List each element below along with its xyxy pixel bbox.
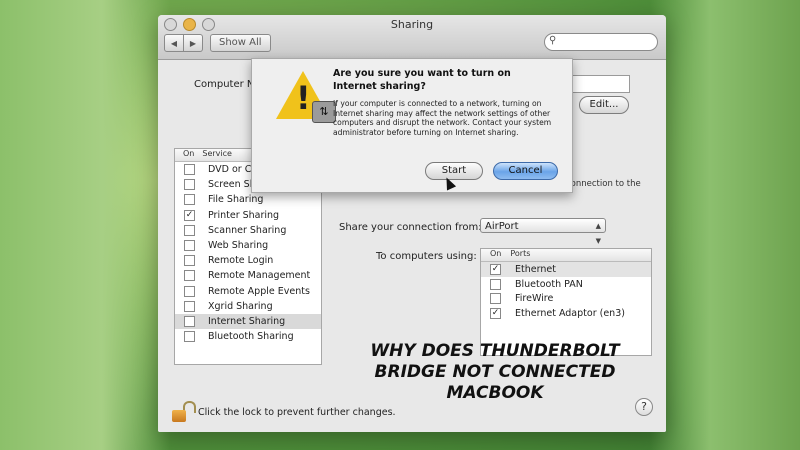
service-label: Xgrid Sharing xyxy=(208,300,273,312)
service-checkbox[interactable] xyxy=(184,194,195,206)
start-button[interactable]: Start xyxy=(425,162,483,180)
service-checkbox[interactable] xyxy=(184,240,195,252)
service-checkbox[interactable] xyxy=(184,331,195,343)
port-checkbox-checked[interactable]: ✓ xyxy=(490,263,501,275)
share-from-popup[interactable]: AirPort ▲ ▼ xyxy=(480,218,606,245)
service-row[interactable]: Remote Login xyxy=(175,253,321,268)
port-checkbox-checked[interactable]: ✓ xyxy=(490,307,501,319)
dialog-title: Are you sure you want to turn on Interne… xyxy=(333,68,511,92)
service-label: Web Sharing xyxy=(208,240,269,252)
window-title: Sharing xyxy=(390,18,434,31)
port-row[interactable]: Bluetooth PAN xyxy=(481,277,651,292)
service-row[interactable]: File Sharing xyxy=(175,192,321,207)
lock-icon[interactable] xyxy=(172,401,196,423)
share-from-value: AirPort xyxy=(485,221,519,232)
forward-button[interactable]: ▶ xyxy=(184,34,203,52)
service-checkbox[interactable] xyxy=(184,270,195,282)
service-checkbox[interactable] xyxy=(184,285,195,297)
service-label: Remote Login xyxy=(208,255,274,267)
back-arrow-icon: ◀ xyxy=(170,38,178,48)
to-computers-label: To computers using: xyxy=(376,251,477,262)
service-checkbox[interactable] xyxy=(184,315,195,327)
cancel-button[interactable]: Cancel xyxy=(493,162,558,180)
exclamation-icon: ! xyxy=(296,79,311,117)
port-label: Bluetooth PAN xyxy=(515,278,583,290)
service-label: Printer Sharing xyxy=(208,209,280,221)
service-label: Remote Management xyxy=(208,270,311,282)
service-label: File Sharing xyxy=(208,194,264,206)
service-checkbox[interactable] xyxy=(184,179,195,191)
service-label: Internet Sharing xyxy=(208,315,286,327)
port-label: Ethernet xyxy=(515,263,556,275)
dialog-body: If your computer is connected to a netwo… xyxy=(333,99,552,137)
service-row[interactable]: ✓ Printer Sharing xyxy=(175,208,321,223)
titlebar: Sharing ◀ ▶ Show All ⚲ xyxy=(158,15,666,60)
share-from-label: Share your connection from: xyxy=(339,222,482,233)
service-checkbox[interactable] xyxy=(184,164,195,176)
lock-text: Click the lock to prevent further change… xyxy=(198,406,396,418)
search-input[interactable]: ⚲ xyxy=(544,33,658,51)
lock-row: Click the lock to prevent further change… xyxy=(172,401,396,423)
service-checkbox[interactable] xyxy=(184,255,195,267)
service-checkbox-checked[interactable]: ✓ xyxy=(184,209,195,221)
service-row[interactable]: Xgrid Sharing xyxy=(175,299,321,314)
column-on[interactable]: On xyxy=(175,149,194,161)
service-row[interactable]: Scanner Sharing xyxy=(175,223,321,238)
forward-arrow-icon: ▶ xyxy=(189,38,197,48)
service-row[interactable]: Web Sharing xyxy=(175,238,321,253)
back-button[interactable]: ◀ xyxy=(164,34,184,52)
column-ports[interactable]: Ports xyxy=(501,249,530,261)
column-service[interactable]: Service xyxy=(194,149,232,161)
port-checkbox[interactable] xyxy=(490,293,501,305)
service-checkbox[interactable] xyxy=(184,224,195,236)
show-all-button[interactable]: Show All xyxy=(210,34,271,52)
service-row[interactable]: Bluetooth Sharing xyxy=(175,329,321,344)
help-button[interactable]: ? xyxy=(635,398,653,416)
background-right xyxy=(650,0,800,450)
service-row[interactable]: Remote Apple Events xyxy=(175,284,321,299)
edit-button[interactable]: Edit... xyxy=(579,96,629,114)
overlay-caption: WHY DOES THUNDERBOLT BRIDGE NOT CONNECTE… xyxy=(355,341,635,404)
nav-buttons: ◀ ▶ xyxy=(164,34,203,52)
popup-arrows-icon: ▲ ▼ xyxy=(595,222,601,245)
port-row-selected[interactable]: ✓ Ethernet xyxy=(481,262,651,277)
port-checkbox[interactable] xyxy=(490,278,501,290)
warning-icon: ! ⇅ xyxy=(276,71,336,123)
port-row[interactable]: FireWire xyxy=(481,291,651,306)
service-row-selected[interactable]: Internet Sharing xyxy=(175,313,321,330)
search-icon: ⚲ xyxy=(549,35,557,46)
port-row[interactable]: ✓ Ethernet Adaptor (en3) xyxy=(481,306,651,321)
ports-list: On Ports ✓ Ethernet Bluetooth PAN FireWir… xyxy=(480,248,652,356)
confirm-dialog: ! ⇅ Are you sure you want to turn on Int… xyxy=(251,58,573,193)
caption-line-1: WHY DOES THUNDERBOLT xyxy=(370,341,620,361)
background-left xyxy=(0,0,170,450)
service-label: Bluetooth Sharing xyxy=(208,331,294,343)
column-on[interactable]: On xyxy=(481,249,501,261)
ports-list-header: On Ports xyxy=(481,249,651,262)
service-label: Remote Apple Events xyxy=(208,285,310,297)
port-label: Ethernet Adaptor (en3) xyxy=(515,307,625,319)
service-checkbox[interactable] xyxy=(184,300,195,312)
port-label: FireWire xyxy=(515,293,554,305)
caption-line-2: BRIDGE NOT CONNECTED xyxy=(374,362,616,382)
service-row[interactable]: Remote Management xyxy=(175,268,321,283)
lock-body xyxy=(172,410,186,422)
service-label: Scanner Sharing xyxy=(208,224,287,236)
caption-line-3: MACBOOK xyxy=(446,383,544,403)
